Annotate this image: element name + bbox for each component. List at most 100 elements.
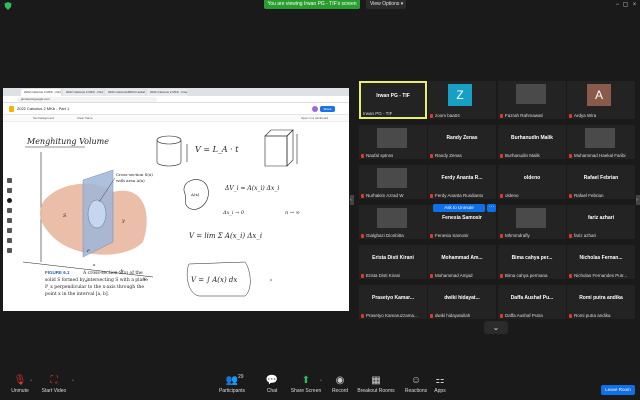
start-video-label: Start Video bbox=[41, 388, 67, 394]
participant-tile[interactable]: Fazrah Rahmawati bbox=[498, 81, 566, 119]
apps-button[interactable]: ⚏ Apps bbox=[420, 375, 460, 399]
participant-name: oldeno bbox=[505, 193, 519, 198]
participant-name: Ferdy Ananta Rusdianto bbox=[435, 193, 484, 198]
participant-tile[interactable]: Prasetyo Kamar... Prasetyo Kamaruzzama... bbox=[359, 285, 427, 319]
maximize-icon[interactable]: ▢ bbox=[622, 2, 629, 9]
muted-mic-icon bbox=[361, 193, 364, 198]
participant-tile[interactable]: Zzoom baa04 bbox=[428, 81, 496, 119]
muted-mic-icon bbox=[500, 153, 503, 158]
svg-text:P: P bbox=[86, 248, 90, 253]
participant-tile[interactable]: Burhanudin Malik Burhanudin Malik bbox=[498, 125, 566, 159]
participant-tile[interactable]: Gialghazi Dionbitta bbox=[359, 205, 427, 239]
breakout-rooms-button[interactable]: ▦ Breakout Rooms bbox=[354, 375, 398, 399]
participant-tile[interactable]: Naufal sptnss bbox=[359, 125, 427, 159]
participants-button[interactable]: 👥 Participants bbox=[212, 375, 252, 399]
muted-mic-icon bbox=[361, 153, 364, 158]
participant-name: Muhammad Haekal Faribi bbox=[574, 153, 626, 158]
delta-x-limit: Δx_i → 0 bbox=[222, 210, 245, 216]
participant-tile[interactable]: Erista Disti Kirani Erista Disti Kirani bbox=[359, 245, 427, 279]
set-background-button[interactable]: Set background bbox=[33, 116, 54, 120]
participant-photo bbox=[585, 128, 615, 148]
participant-name: Nicholas Fernandes Putr... bbox=[574, 273, 628, 278]
chevron-down-icon[interactable]: ⌄ bbox=[484, 321, 508, 334]
chevron-up-icon[interactable]: ^ bbox=[30, 378, 32, 383]
participant-tile[interactable]: Muhammad Haekal Faribi bbox=[567, 125, 635, 159]
browser-tab[interactable]: 2022 Calculus 2 MKK - Part 1 bbox=[21, 89, 61, 96]
browser-tab[interactable]: 2022 Calculus 2 MKK - Part 1 bbox=[63, 89, 103, 96]
open-jamboard-link[interactable]: Open in a Jamboard bbox=[301, 116, 328, 120]
participant-tile[interactable]: Mhmmdrafly bbox=[498, 205, 566, 239]
top-bar: You are viewing Irwan PG - TIF's screen … bbox=[0, 0, 640, 12]
apps-label: Apps bbox=[434, 388, 446, 394]
participant-label: Mohammad Amjad bbox=[430, 273, 473, 278]
participant-label: oldeno bbox=[500, 193, 519, 198]
participant-label: Irwan PG - TIF bbox=[363, 111, 392, 116]
participant-photo bbox=[377, 128, 407, 148]
participant-tile[interactable]: Nicholas Fernan... Nicholas Fernandes Put… bbox=[567, 245, 635, 279]
url-field[interactable]: jamboard.google.com bbox=[17, 97, 157, 102]
minimize-icon[interactable]: − bbox=[614, 2, 621, 9]
browser-tab[interactable]: 2022 Calculus/MKK/2-kuliah bbox=[105, 89, 145, 96]
participant-tile[interactable]: Nurhakim Azrad W bbox=[359, 165, 427, 199]
svg-text:y: y bbox=[121, 218, 125, 224]
shield-icon bbox=[4, 2, 12, 10]
participant-tile[interactable]: Irwan PG - TIF Irwan PG - TIF bbox=[359, 81, 427, 119]
participant-tile[interactable]: Randy Zenas Randy Zenas bbox=[428, 125, 496, 159]
participants-label: Participants bbox=[218, 388, 246, 394]
muted-mic-icon bbox=[430, 233, 433, 238]
participant-tile[interactable]: Mohammad Am... Mohammad Amjad bbox=[428, 245, 496, 279]
participant-tile[interactable]: Daffa Aushaf Pu... Daffa Aushaf Putra bbox=[498, 285, 566, 319]
muted-mic-icon bbox=[430, 273, 433, 278]
participant-tile[interactable]: Romi putra andika Romi putra andika bbox=[567, 285, 635, 319]
svg-text:S: S bbox=[63, 213, 67, 219]
whiteboard-canvas[interactable]: Menghitung Volume S y x a b x P Cross-se… bbox=[3, 122, 349, 311]
figure-label: FIGURE 6.1 bbox=[45, 270, 70, 275]
participant-label: Rafael Febrian bbox=[569, 193, 604, 198]
participant-name: Rafael Febrian bbox=[574, 193, 604, 198]
participant-name: Mhmmdrafly bbox=[505, 233, 530, 238]
participant-tile[interactable]: oldeno oldeno bbox=[498, 165, 566, 199]
ask-to-unmute-button[interactable]: Ask to Unmute bbox=[433, 204, 485, 212]
prev-page-arrow[interactable]: ‹ bbox=[350, 195, 354, 205]
participant-name: Daffa Aushaf Putra bbox=[505, 313, 543, 318]
close-icon[interactable]: × bbox=[631, 2, 638, 9]
participant-name-display: fariz azhari bbox=[587, 215, 615, 221]
muted-mic-icon bbox=[569, 193, 572, 198]
participant-tile[interactable]: Rafael Febrian Rafael Febrian bbox=[567, 165, 635, 199]
avatar: Z bbox=[448, 84, 472, 106]
share-button[interactable]: Share bbox=[320, 106, 335, 112]
participant-name: dwiki hidayatullah bbox=[435, 313, 471, 318]
chevron-up-icon[interactable]: ^ bbox=[72, 378, 74, 383]
avatar[interactable] bbox=[312, 106, 318, 112]
view-options-button[interactable]: View Options ▾ bbox=[366, 0, 406, 9]
participant-tile[interactable]: Ferdy Ananta R... Ferdy Ananta Rusdianto bbox=[428, 165, 496, 199]
clear-frame-button[interactable]: Clear frame bbox=[77, 116, 93, 120]
participant-name-display: Burhanudin Malik bbox=[511, 135, 553, 141]
muted-mic-icon bbox=[500, 233, 503, 238]
participant-name: Ardya Wira bbox=[574, 113, 597, 118]
doc-title[interactable]: 2022 Calculus 2 MKb - Part 1 bbox=[17, 106, 69, 111]
muted-mic-icon bbox=[569, 153, 572, 158]
participants-count: 29 bbox=[238, 374, 244, 380]
leave-room-button[interactable]: Leave Room bbox=[601, 385, 635, 395]
cylinder-sketch bbox=[156, 135, 188, 167]
next-page-arrow[interactable]: › bbox=[636, 195, 640, 205]
participant-name: Erista Disti Kirani bbox=[366, 273, 401, 278]
more-options-button[interactable]: ··· bbox=[487, 204, 496, 212]
participant-tile[interactable]: Bima cahya per... Bima cahya permana bbox=[498, 245, 566, 279]
participant-tile[interactable]: A Ardya Wira bbox=[567, 81, 635, 119]
shared-screen: 2022 Calculus 2 MKK - Part 1 2022 Calcul… bbox=[3, 88, 349, 311]
participant-name-display: Nicholas Fernan... bbox=[579, 255, 623, 261]
participant-tile[interactable]: fariz azhari fariz azhari bbox=[567, 205, 635, 239]
participant-label: Naufal sptnss bbox=[361, 153, 393, 158]
box-sketch bbox=[264, 129, 298, 167]
participant-label: Burhanudin Malik bbox=[500, 153, 540, 158]
browser-tab[interactable]: 2022 Calculus 2 MKK - Integrati bbox=[147, 89, 187, 96]
start-video-button[interactable]: ⛶ Start Video bbox=[34, 375, 74, 399]
participant-tile[interactable]: dwiki hidayat... dwiki hidayatullah bbox=[428, 285, 496, 319]
muted-mic-icon bbox=[569, 113, 572, 118]
svg-text:A(x): A(x) bbox=[190, 192, 200, 197]
muted-mic-icon bbox=[569, 313, 572, 318]
muted-mic-icon bbox=[430, 153, 433, 158]
participant-name-display: Prasetyo Kamar... bbox=[372, 295, 414, 301]
